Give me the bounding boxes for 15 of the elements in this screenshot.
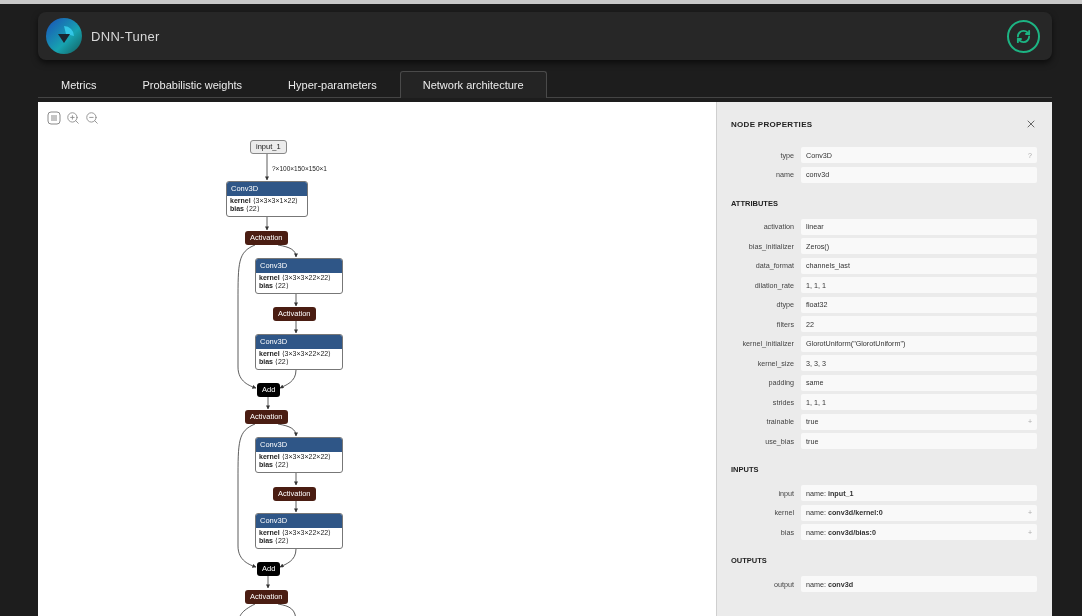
tab[interactable]: Metrics bbox=[38, 71, 120, 98]
close-button[interactable] bbox=[1025, 118, 1037, 130]
refresh-icon bbox=[1016, 28, 1031, 44]
zoom-in-icon bbox=[66, 111, 80, 125]
zoom-out-icon bbox=[85, 111, 99, 125]
tab[interactable]: Hyper-parameters bbox=[265, 71, 400, 98]
close-icon bbox=[1025, 118, 1037, 130]
refresh-button[interactable] bbox=[1007, 19, 1040, 53]
tab[interactable]: Network architecture bbox=[399, 71, 547, 98]
zoom-out-button[interactable] bbox=[85, 111, 99, 125]
logo-icon bbox=[46, 18, 82, 54]
panel-title: NODE PROPERTIES bbox=[731, 119, 813, 129]
tab[interactable]: Probabilistic weights bbox=[119, 71, 266, 98]
app-title: DNN-Tuner bbox=[91, 28, 161, 44]
zoom-in-button[interactable] bbox=[66, 111, 80, 125]
